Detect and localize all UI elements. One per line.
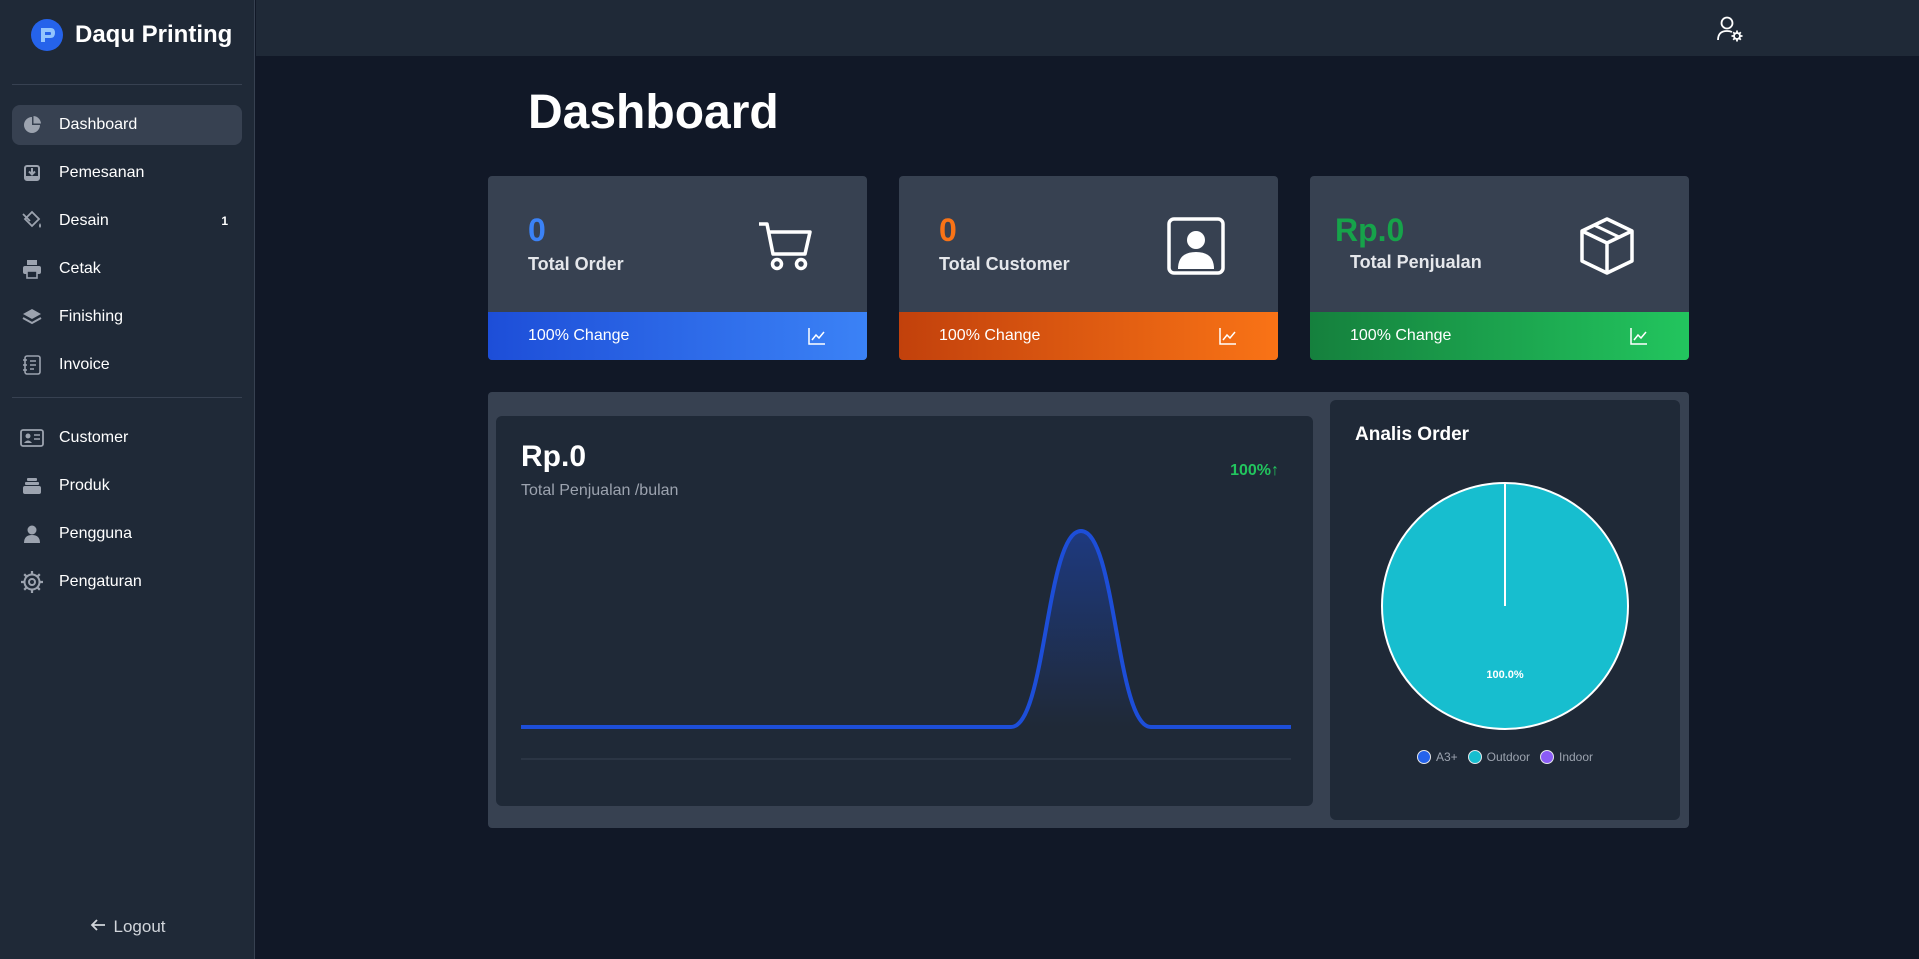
notebook-icon — [20, 353, 44, 377]
trend-chart-icon[interactable] — [1629, 326, 1649, 346]
sidebar-item-label: Dashboard — [59, 116, 138, 133]
stat-label: Total Customer — [939, 254, 1070, 274]
stat-change: 100% Change — [939, 327, 1041, 344]
sidebar-item-label: Produk — [59, 477, 110, 494]
series-line — [521, 528, 1291, 729]
sidebar-item-pemesanan[interactable]: Pemesanan — [12, 153, 242, 193]
charts-panel: Rp.0 Total Penjualan /bulan 100%↑ Analis… — [488, 392, 1689, 828]
inbox-download-icon — [20, 161, 44, 185]
sidebar-nav-primary: Dashboard Pemesanan Desain 1 Cetak Finis… — [0, 85, 254, 385]
brand-name: Daqu Printing — [75, 21, 233, 48]
stat-label: Total Order — [528, 254, 624, 274]
logout-button[interactable]: Logout — [0, 917, 255, 937]
analysis-card: Analis Order 100.0% A3+ Outdoor Indoor — [1330, 400, 1680, 820]
sidebar-item-label: Customer — [59, 429, 129, 446]
trend-chart-icon[interactable] — [1218, 326, 1238, 346]
stat-value: 0 — [528, 212, 546, 248]
sidebar-item-label: Finishing — [59, 308, 124, 325]
legend-swatch — [1540, 750, 1554, 764]
order-pie-chart[interactable]: 100.0% — [1379, 480, 1631, 732]
stat-footer: 100% Change — [899, 312, 1278, 360]
sidebar-item-pengguna[interactable]: Pengguna — [12, 514, 242, 554]
sidebar-item-pengaturan[interactable]: Pengaturan — [12, 562, 242, 602]
legend-item-indoor[interactable]: Indoor — [1540, 750, 1593, 764]
legend-label: A3+ — [1435, 750, 1458, 764]
sidebar-item-produk[interactable]: Produk — [12, 466, 242, 506]
legend-label: Indoor — [1559, 750, 1594, 764]
sales-value: Rp.0 — [521, 440, 587, 473]
user-card-icon — [1166, 216, 1226, 276]
topbar — [256, 0, 1919, 56]
sidebar: Daqu Printing Dashboard Pemesanan Desain… — [0, 0, 255, 959]
stat-value: 0 — [939, 212, 957, 248]
legend-label: Outdoor — [1486, 750, 1530, 764]
user-settings-icon[interactable] — [1715, 14, 1745, 44]
analysis-title: Analis Order — [1355, 424, 1470, 445]
user-icon — [20, 522, 44, 546]
stat-card-total-order: 0 Total Order 100% Change — [488, 176, 867, 360]
sidebar-item-dashboard[interactable]: Dashboard — [12, 105, 242, 145]
chart-pie-icon — [20, 113, 44, 137]
stat-value: Rp.0 — [1335, 212, 1405, 248]
sales-change: 100%↑ — [1230, 462, 1279, 479]
sales-area-chart[interactable] — [521, 516, 1291, 786]
stat-label: Total Penjualan — [1350, 252, 1482, 272]
legend-item-a3[interactable]: A3+ — [1416, 750, 1458, 764]
sidebar-item-cetak[interactable]: Cetak — [12, 249, 242, 289]
id-card-icon — [20, 426, 44, 450]
sidebar-nav-secondary: Customer Produk Pengguna Pengaturan — [0, 398, 254, 602]
sidebar-item-finishing[interactable]: Finishing — [12, 297, 242, 337]
shopping-cart-icon — [755, 216, 815, 276]
arrow-left-icon — [90, 917, 106, 937]
stat-card-total-penjualan: Rp.0 Total Penjualan 100% Change — [1310, 176, 1689, 360]
stat-footer: 100% Change — [488, 312, 867, 360]
stat-card-total-customer: 0 Total Customer 100% Change — [899, 176, 1278, 360]
legend-item-outdoor[interactable]: Outdoor — [1467, 750, 1530, 764]
sales-card: Rp.0 Total Penjualan /bulan 100%↑ — [496, 416, 1313, 806]
sidebar-item-label: Cetak — [59, 260, 101, 277]
notification-badge: 1 — [221, 214, 228, 228]
legend-swatch — [1416, 750, 1431, 764]
sidebar-item-invoice[interactable]: Invoice — [12, 345, 242, 385]
sidebar-item-label: Desain — [59, 212, 109, 229]
printer-icon — [20, 257, 44, 281]
logout-label: Logout — [113, 917, 166, 936]
pie-legend: A3+ Outdoor Indoor — [1330, 750, 1680, 764]
pie-data-label: 100.0% — [1486, 669, 1524, 681]
brand-logo-icon — [31, 19, 63, 51]
sidebar-item-label: Invoice — [59, 356, 110, 373]
sidebar-item-label: Pengaturan — [59, 573, 142, 590]
box-icon — [1577, 216, 1637, 276]
stat-footer: 100% Change — [1310, 312, 1689, 360]
sidebar-item-desain[interactable]: Desain 1 — [12, 201, 242, 241]
page-title: Dashboard — [528, 86, 779, 139]
sidebar-item-label: Pengguna — [59, 525, 132, 542]
sidebar-item-label: Pemesanan — [59, 164, 145, 181]
brand[interactable]: Daqu Printing — [0, 0, 254, 70]
stat-change: 100% Change — [528, 327, 630, 344]
sidebar-item-customer[interactable]: Customer — [12, 418, 242, 458]
trend-chart-icon[interactable] — [807, 326, 827, 346]
sales-label: Total Penjualan /bulan — [521, 482, 679, 499]
paint-bucket-icon — [20, 209, 44, 233]
layers-icon — [20, 305, 44, 329]
stat-change: 100% Change — [1350, 327, 1452, 344]
legend-swatch — [1467, 750, 1482, 764]
area-fill — [521, 531, 1291, 727]
stack-icon — [20, 474, 44, 498]
gear-icon — [20, 570, 44, 594]
